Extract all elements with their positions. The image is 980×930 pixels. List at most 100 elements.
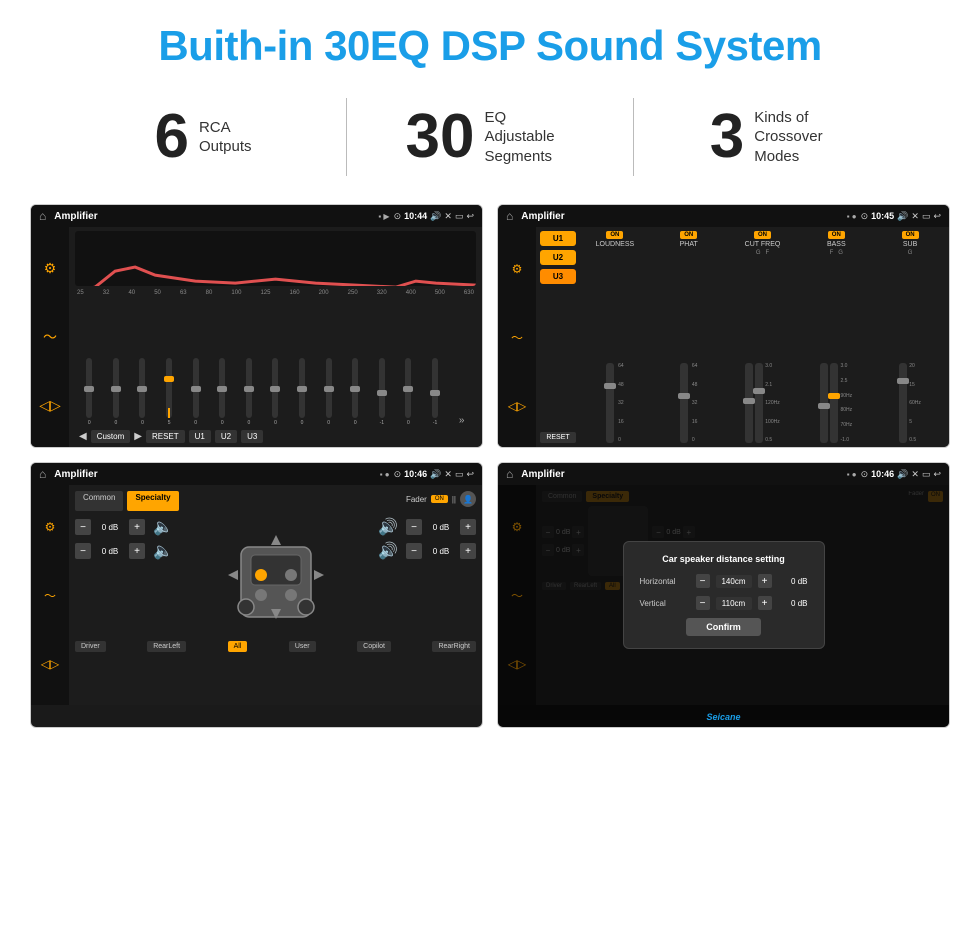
eq-slider-13[interactable]: 0	[396, 358, 421, 426]
eq-prev-icon[interactable]: ◀	[79, 431, 87, 442]
eq-slider-12[interactable]: -1	[370, 358, 395, 426]
fader-on-badge[interactable]: ON	[431, 495, 448, 503]
freq-320: 320	[377, 290, 387, 296]
sub-slider[interactable]	[899, 363, 907, 443]
fader-wave-icon[interactable]: 〜	[44, 587, 56, 604]
tab-common[interactable]: Common	[75, 491, 123, 511]
eq-u2-btn[interactable]: U2	[215, 430, 237, 443]
phat-slider[interactable]	[680, 363, 688, 443]
eq-slider-arrow[interactable]: »	[449, 415, 474, 426]
fader-plus-4[interactable]: +	[460, 543, 476, 559]
loudness-slider[interactable]	[606, 363, 614, 443]
crossover-eq-icon[interactable]: ⚙	[512, 262, 523, 276]
tab-specialty[interactable]: Specialty	[127, 491, 178, 511]
eq-slider-8[interactable]: 0	[263, 358, 288, 426]
crossover-app-title: Amplifier	[521, 211, 842, 222]
crossover-speaker-icon[interactable]: ◁▷	[508, 399, 526, 413]
eq-slider-3[interactable]: 0	[130, 358, 155, 426]
eq-freq-labels: 25 32 40 50 63 80 100 125 160 200 250 32…	[75, 290, 476, 296]
fader-eq-icon[interactable]: ⚙	[45, 520, 56, 534]
bass-slider-f[interactable]	[820, 363, 828, 443]
eq-sliders-row: 0 0 0 5 0 0 0 0 0 0 0 -1 0 -1 »	[75, 299, 476, 426]
eq-slider-11[interactable]: 0	[343, 358, 368, 426]
dialog-record-icon: ▪ ●	[847, 470, 857, 479]
eq-slider-1[interactable]: 0	[77, 358, 102, 426]
eq-reset-btn[interactable]: RESET	[146, 430, 185, 443]
cutfreq-slider-f[interactable]	[755, 363, 763, 443]
btn-user[interactable]: User	[289, 641, 316, 652]
eq-slider-9[interactable]: 0	[290, 358, 315, 426]
cutfreq-on[interactable]: ON	[754, 231, 771, 239]
dialog-window-icon: ▭	[922, 469, 931, 480]
eq-speaker-icon[interactable]: ◁▷	[39, 397, 61, 414]
crossover-controls-grid: ON LOUDNESS 64 48 32 16 0	[580, 231, 945, 443]
fader-right-controls: 🔊 − 0 dB + 🔊 − 0 dB +	[378, 517, 476, 561]
freq-32: 32	[103, 290, 110, 296]
fader-minus-3[interactable]: −	[406, 519, 422, 535]
eq-android-bar: ⌂ Amplifier ▪ ▶ ⊙ 10:44 🔊 ✕ ▭ ↩	[31, 205, 482, 227]
fader-sidebar: ⚙ 〜 ◁▷	[31, 485, 69, 705]
dialog-vertical-minus[interactable]: −	[696, 596, 710, 610]
freq-80: 80	[206, 290, 213, 296]
eq-slider-5[interactable]: 0	[183, 358, 208, 426]
btn-copilot[interactable]: Copilot	[357, 641, 391, 652]
fader-status-icons: ⊙ 10:46 🔊 ✕ ▭ ↩	[394, 469, 474, 480]
eq-slider-6[interactable]: 0	[210, 358, 235, 426]
eq-slider-7[interactable]: 0	[237, 358, 262, 426]
bass-on[interactable]: ON	[828, 231, 845, 239]
eq-slider-14[interactable]: -1	[423, 358, 448, 426]
btn-driver[interactable]: Driver	[75, 641, 106, 652]
channel-u3-active[interactable]: U3	[540, 269, 576, 284]
fader-plus-1[interactable]: +	[129, 519, 145, 535]
btn-rearleft[interactable]: RearLeft	[147, 641, 186, 652]
crossover-wave-icon[interactable]: 〜	[511, 329, 523, 346]
fader-minus-4[interactable]: −	[406, 543, 422, 559]
loudness-on[interactable]: ON	[606, 231, 623, 239]
fader-back-icon: ↩	[466, 469, 474, 480]
sub-on[interactable]: ON	[902, 231, 919, 239]
fader-main: − 0 dB + 🔈 − 0 dB + 🔈	[75, 517, 476, 637]
fader-row-4: 🔊 − 0 dB +	[378, 541, 476, 561]
phat-col: ON PHAT 64 48 32 16 0	[654, 231, 724, 443]
crossover-record-icon: ▪ ●	[847, 212, 857, 221]
fader-plus-2[interactable]: +	[129, 543, 145, 559]
channel-u2[interactable]: U2	[540, 250, 576, 265]
btn-rearright[interactable]: RearRight	[432, 641, 476, 652]
bass-slider-g[interactable]	[830, 363, 838, 443]
dialog-vertical-plus[interactable]: +	[758, 596, 772, 610]
fader-window-icon: ▭	[455, 469, 464, 480]
eq-settings-icon[interactable]: ⚙	[44, 260, 57, 277]
fader-screen: ⚙ 〜 ◁▷ Common Specialty Fader ON || 👤	[31, 485, 482, 705]
eq-next-icon[interactable]: ▶	[134, 431, 142, 442]
dialog-horizontal-minus[interactable]: −	[696, 574, 710, 588]
eq-app-title: Amplifier	[54, 211, 374, 222]
dialog-horizontal-plus[interactable]: +	[758, 574, 772, 588]
eq-back-icon: ↩	[466, 211, 474, 222]
eq-u1-btn[interactable]: U1	[189, 430, 211, 443]
fader-plus-3[interactable]: +	[460, 519, 476, 535]
fader-minus-2[interactable]: −	[75, 543, 91, 559]
channel-u1[interactable]: U1	[540, 231, 576, 246]
eq-custom-btn[interactable]: Custom	[91, 430, 131, 443]
eq-slider-10[interactable]: 0	[316, 358, 341, 426]
cutfreq-col: ON CUT FREQ G F 3.0	[728, 231, 798, 443]
eq-wave-icon[interactable]: 〜	[43, 327, 57, 347]
dialog-box: Car speaker distance setting Horizontal …	[623, 541, 825, 649]
phat-on[interactable]: ON	[680, 231, 697, 239]
dialog-android-bar: ⌂ Amplifier ▪ ● ⊙ 10:46 🔊 ✕ ▭ ↩	[498, 463, 949, 485]
fader-speaker-icon[interactable]: ◁▷	[41, 657, 59, 671]
eq-slider-4[interactable]: 5	[157, 358, 182, 426]
confirm-button[interactable]: Confirm	[686, 618, 761, 636]
cutfreq-slider-g[interactable]	[745, 363, 753, 443]
btn-all[interactable]: All	[228, 641, 248, 652]
crossover-reset[interactable]: RESET	[540, 432, 576, 443]
eq-u3-btn[interactable]: U3	[241, 430, 263, 443]
eq-location-icon: ⊙	[394, 211, 402, 222]
fader-minus-1[interactable]: −	[75, 519, 91, 535]
eq-record-icon: ▪ ▶	[378, 212, 389, 221]
eq-time: 10:44	[404, 211, 427, 221]
eq-slider-2[interactable]: 0	[104, 358, 129, 426]
fader-toggle-icon[interactable]: ||	[452, 495, 456, 504]
stat-eq-number: 30	[406, 106, 475, 168]
crossover-back-icon: ↩	[933, 211, 941, 222]
